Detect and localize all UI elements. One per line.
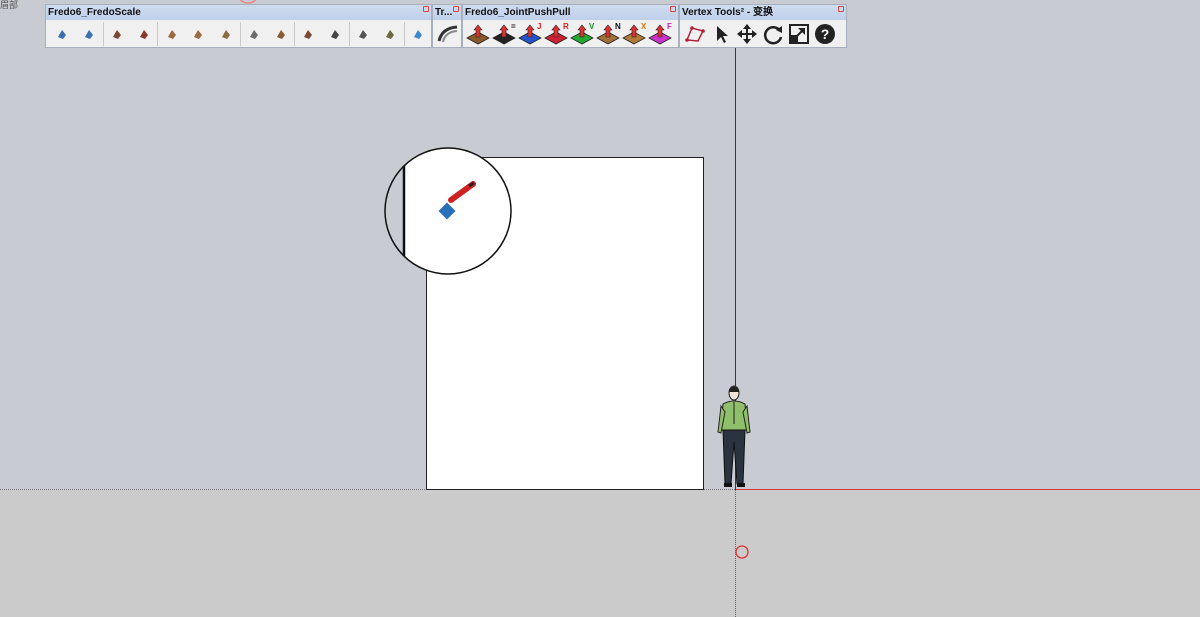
toolbar-close-icon[interactable]	[838, 6, 844, 12]
round-pushpull-icon[interactable]: R	[543, 22, 569, 46]
arrow-cursor-icon[interactable]	[708, 22, 734, 46]
follow-pushpull-icon[interactable]: F	[647, 22, 673, 46]
svg-text:?: ?	[821, 26, 830, 42]
toolbar-title: Tr...	[435, 7, 453, 18]
tool-letter-label: J	[537, 22, 541, 31]
move-icon[interactable]	[734, 22, 760, 46]
box-rotate-icon[interactable]	[322, 22, 349, 46]
normal-pushpull-icon[interactable]: =	[491, 22, 517, 46]
bend-icon[interactable]	[376, 22, 403, 46]
shear-icon[interactable]	[212, 22, 239, 46]
toolbar-fredoscale: Fredo6_FredoScale	[45, 4, 432, 48]
magnifier-circle	[384, 147, 512, 275]
extrude-pushpull-icon[interactable]: X	[621, 22, 647, 46]
twist-icon[interactable]	[157, 21, 184, 46]
vertex-select-icon[interactable]	[682, 22, 708, 46]
corner-label: 眉部	[0, 0, 19, 10]
taper-icon[interactable]	[294, 21, 321, 46]
red-axis-line	[735, 489, 1200, 490]
toolbar-close-icon[interactable]	[670, 6, 676, 12]
untaper-icon[interactable]	[403, 21, 431, 46]
scale-box-icon[interactable]	[48, 22, 75, 46]
scale-icon[interactable]	[786, 22, 812, 46]
scale-figure-person[interactable]	[715, 384, 755, 492]
twist2-icon[interactable]	[185, 22, 212, 46]
toolbar-vertex-tools: Vertex Tools² - 变换 ?	[679, 4, 847, 48]
normal-pushpull-n-icon[interactable]: N	[595, 22, 621, 46]
trim-curve-icon[interactable]	[435, 22, 461, 46]
toolbar-jointpushpull: Fredo6_JointPushPull = J R V N X F	[462, 4, 679, 48]
scale-box2-icon[interactable]	[75, 22, 102, 46]
ground-plane	[0, 490, 1200, 617]
plane-shear-icon[interactable]	[239, 21, 267, 46]
radial-bend-icon[interactable]	[267, 22, 294, 46]
inference-point-marker	[735, 545, 749, 559]
stretch2-icon[interactable]	[130, 22, 157, 46]
joint-pushpull-icon[interactable]	[465, 22, 491, 46]
toolbar-tr: Tr...	[432, 4, 462, 48]
joint-pushpull-j-icon[interactable]: J	[517, 22, 543, 46]
toolbar-close-icon[interactable]	[453, 6, 459, 12]
toolbar-title: Fredo6_FredoScale	[48, 7, 141, 18]
rotate-icon[interactable]	[348, 21, 376, 46]
stretch-icon[interactable]	[102, 21, 130, 46]
help-icon[interactable]: ?	[812, 22, 838, 46]
tool-letter-label: F	[667, 22, 672, 31]
toolbar-title: Fredo6_JointPushPull	[465, 7, 571, 18]
rotate-icon[interactable]	[760, 22, 786, 46]
tool-letter-label: =	[511, 22, 516, 31]
toolbar-title: Vertex Tools² - 变换	[682, 7, 773, 18]
vector-pushpull-icon[interactable]: V	[569, 22, 595, 46]
toolbar-close-icon[interactable]	[423, 6, 429, 12]
